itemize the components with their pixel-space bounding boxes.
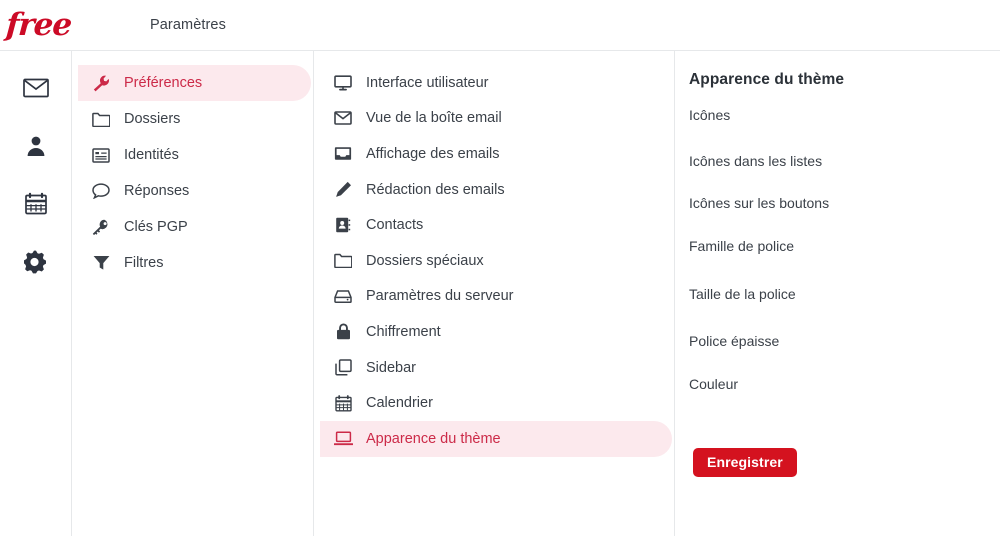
section-label: Apparence du thème [366,430,501,447]
field-row-police-epaisse: Police épaisse [689,333,976,351]
brand[interactable]: free [0,6,150,43]
section-label: Sidebar [366,359,416,376]
field-label-icones-dans-les-listes: Icônes dans les listes [689,153,823,169]
field-label-icones: Icônes [689,107,731,123]
section-item-dossiers-speciaux[interactable]: Dossiers spéciaux [320,243,672,279]
lock-icon [332,323,354,341]
free-logo: free [4,6,73,43]
settings-app: free Paramètres Préférences Dossiers Ide… [0,0,1000,536]
field-row-icones: Icônes [689,107,976,125]
gear-icon [23,250,48,274]
settings-nav-label: Préférences [124,75,203,91]
section-item-apparence-du-theme[interactable]: Apparence du thème [320,420,672,457]
rail-item-settings[interactable] [12,241,60,283]
server-icon [332,287,354,305]
settings-nav-list: Préférences Dossiers Identités Réponses … [72,63,313,281]
folder-icon [90,110,112,128]
calendar-icon [332,394,354,412]
rail-item-mail[interactable] [12,67,60,109]
field-row-icones-listes: Icônes dans les listes [689,153,976,171]
section-item-chiffrement[interactable]: Chiffrement [320,314,672,350]
settings-nav-label: Filtres [124,255,164,271]
field-label-taille-de-la-police: Taille de la police [689,286,796,302]
section-label: Chiffrement [366,323,441,340]
section-label: Contacts [366,217,424,234]
settings-nav-item-dossiers[interactable]: Dossiers [78,101,311,137]
app-rail [0,51,72,536]
key-icon [90,218,112,236]
envelope-icon [332,109,354,127]
section-item-interface-utilisateur[interactable]: Interface utilisateur [320,65,672,101]
save-button-wrapper: Enregistrer [693,448,797,477]
section-label: Rédaction des emails [366,181,505,198]
settings-nav-column: Préférences Dossiers Identités Réponses … [72,51,314,536]
field-row-famille-police: Famille de police [689,238,976,256]
field-row-couleur: Couleur [689,376,976,394]
settings-nav-label: Réponses [124,183,190,199]
app-header: free Paramètres [0,0,1000,51]
settings-nav-item-preferences[interactable]: Préférences [78,65,311,101]
speech-bubble-icon [90,182,112,200]
section-label: Interface utilisateur [366,74,489,91]
section-item-parametres-serveur[interactable]: Paramètres du serveur [320,279,672,315]
field-row-icones-boutons: Icônes sur les boutons [689,195,976,213]
rail-item-calendar[interactable] [12,183,60,225]
panels-icon [332,359,354,377]
envelope-icon [22,78,49,98]
rail-item-contacts[interactable] [12,125,60,167]
identity-card-icon [90,146,112,164]
field-label-police-epaisse: Police épaisse [689,333,780,349]
settings-nav-item-cles-pgp[interactable]: Clés PGP [78,209,311,245]
save-button[interactable]: Enregistrer [693,448,797,477]
monitor-icon [332,74,354,92]
preferences-sections-list: Interface utilisateur Vue de la boîte em… [314,63,674,457]
section-item-affichage-emails[interactable]: Affichage des emails [320,136,672,172]
settings-nav-item-reponses[interactable]: Réponses [78,173,311,209]
app-body: Préférences Dossiers Identités Réponses … [0,51,1000,536]
panel-title: Apparence du thème [689,71,845,88]
section-label: Dossiers spéciaux [366,252,484,269]
section-item-redaction-emails[interactable]: Rédaction des emails [320,172,672,208]
section-label: Vue de la boîte email [366,110,502,127]
settings-nav-label: Identités [124,147,179,163]
settings-nav-label: Dossiers [124,111,181,127]
inbox-tray-icon [332,145,354,163]
settings-nav-label: Clés PGP [124,219,188,235]
settings-nav-item-identites[interactable]: Identités [78,137,311,173]
section-item-contacts[interactable]: Contacts [320,207,672,243]
settings-nav-item-filtres[interactable]: Filtres [78,245,311,281]
person-icon [24,134,48,158]
page-title: Paramètres [150,17,226,33]
folder-icon [332,252,354,270]
field-label-icones-sur-les-boutons: Icônes sur les boutons [689,195,830,211]
calendar-icon [24,192,48,216]
section-label: Calendrier [366,395,433,412]
laptop-icon [332,430,354,448]
section-item-calendrier[interactable]: Calendrier [320,385,672,421]
funnel-icon [90,254,112,272]
pencil-icon [332,181,354,199]
section-label: Affichage des emails [366,145,500,162]
field-label-couleur: Couleur [689,376,739,392]
field-row-taille-police: Taille de la police [689,286,976,304]
field-label-famille-de-police: Famille de police [689,238,795,254]
section-label: Paramètres du serveur [366,288,514,305]
address-book-icon [332,216,354,234]
wrench-icon [90,74,112,92]
preferences-sections-column: Interface utilisateur Vue de la boîte em… [314,51,675,536]
section-item-sidebar[interactable]: Sidebar [320,350,672,386]
theme-appearance-panel: Apparence du thème Icônes Icônes dans le… [675,51,1000,536]
section-item-vue-boite-email[interactable]: Vue de la boîte email [320,101,672,137]
